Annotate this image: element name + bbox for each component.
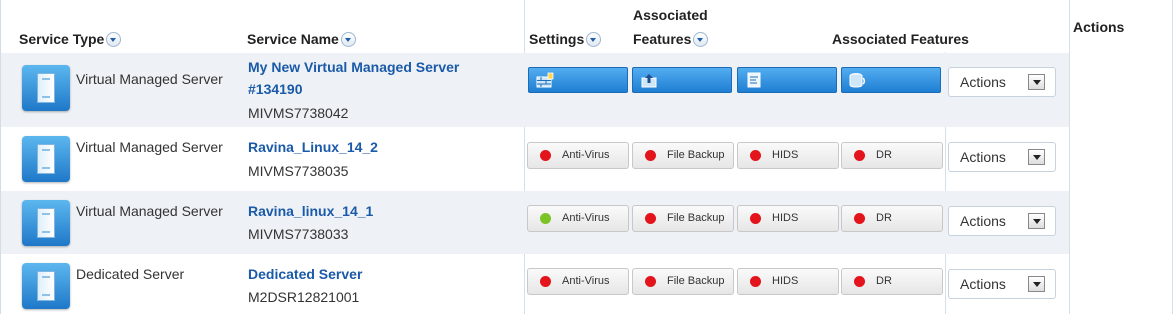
status-dot-icon (750, 276, 761, 287)
feature-dr[interactable]: DR (841, 205, 943, 232)
col-associated-features[interactable]: Features (633, 31, 709, 48)
table-row: Virtual Managed Server Ravina_linux_14_1… (1, 191, 1069, 254)
chevron-down-icon[interactable] (1028, 74, 1045, 90)
service-type: Virtual Managed Server (76, 139, 223, 155)
feature-anti-virus[interactable]: Anti-Virus (527, 205, 629, 232)
service-code: M2DSR12821001 (248, 289, 360, 305)
dr-settings-button[interactable] (841, 67, 941, 93)
feature-hids[interactable]: HIDS (737, 268, 839, 295)
col-associated-features-full: Associated Features (832, 31, 969, 47)
monitor-icon (747, 72, 761, 88)
feature-file-backup[interactable]: File Backup (632, 268, 734, 295)
backup-upload-icon (641, 74, 657, 88)
feature-dr[interactable]: DR (841, 268, 943, 295)
status-dot-icon (854, 213, 865, 224)
sort-icon[interactable] (106, 31, 122, 47)
actions-dropdown[interactable]: Actions (948, 67, 1056, 97)
col-actions: Actions (1073, 19, 1125, 35)
feature-dr[interactable]: DR (841, 142, 943, 169)
feature-file-backup[interactable]: File Backup (632, 205, 734, 232)
col-associated-features-label: Associated (633, 7, 708, 23)
chevron-down-icon[interactable] (1028, 276, 1045, 292)
server-icon (22, 263, 70, 309)
firewall-lock-icon (536, 72, 554, 88)
feature-file-backup[interactable]: File Backup (632, 142, 734, 169)
service-type: Dedicated Server (76, 266, 185, 282)
monitor-settings-button[interactable] (737, 67, 837, 93)
status-dot-icon (854, 276, 865, 287)
database-sync-icon (849, 73, 866, 88)
status-dot-icon (750, 213, 761, 224)
actions-column: Actions (1069, 0, 1173, 314)
sort-icon[interactable] (586, 31, 602, 47)
feature-anti-virus[interactable]: Anti-Virus (527, 268, 629, 295)
service-name-link[interactable]: My New Virtual Managed Server #134190 (248, 56, 459, 100)
service-name-link[interactable]: Ravina_linux_14_1 (248, 200, 373, 222)
status-dot-icon (540, 213, 551, 224)
firewall-settings-button[interactable] (528, 67, 628, 93)
service-name-link[interactable]: Dedicated Server (248, 263, 362, 285)
chevron-down-icon[interactable] (1028, 149, 1045, 165)
col-service-type[interactable]: Service Type (19, 31, 122, 48)
services-table: Service Type Service Name Settings Assoc… (0, 0, 1176, 314)
sort-icon[interactable] (693, 31, 709, 47)
actions-dropdown[interactable]: Actions (948, 206, 1056, 236)
col-settings[interactable]: Settings (529, 31, 602, 48)
status-dot-icon (645, 213, 656, 224)
table-row: Dedicated Server Dedicated Server M2DSR1… (1, 254, 1069, 314)
status-dot-icon (750, 150, 761, 161)
actions-dropdown[interactable]: Actions (948, 269, 1056, 299)
sort-icon[interactable] (340, 31, 356, 47)
chevron-down-icon[interactable] (1028, 213, 1045, 229)
status-dot-icon (645, 276, 656, 287)
service-name-link[interactable]: Ravina_Linux_14_2 (248, 136, 378, 158)
feature-anti-virus[interactable]: Anti-Virus (527, 142, 629, 169)
service-code: MIVMS7738033 (248, 226, 349, 242)
feature-hids[interactable]: HIDS (737, 205, 839, 232)
feature-hids[interactable]: HIDS (737, 142, 839, 169)
table-row: Virtual Managed Server Ravina_Linux_14_2… (1, 127, 1069, 191)
service-type: Virtual Managed Server (76, 71, 223, 87)
backup-settings-button[interactable] (632, 67, 732, 93)
service-code: MIVMS7738042 (248, 105, 349, 121)
server-icon (22, 65, 70, 111)
status-dot-icon (854, 150, 865, 161)
service-code: MIVMS7738035 (248, 163, 349, 179)
table-row: Virtual Managed Server My New Virtual Ma… (1, 53, 1069, 127)
status-dot-icon (540, 150, 551, 161)
status-dot-icon (540, 276, 551, 287)
col-service-name[interactable]: Service Name (247, 31, 356, 48)
actions-dropdown[interactable]: Actions (948, 142, 1056, 172)
table-header: Service Type Service Name Settings Assoc… (1, 0, 1069, 52)
server-icon (22, 200, 70, 246)
server-icon (22, 136, 70, 182)
status-dot-icon (645, 150, 656, 161)
service-type: Virtual Managed Server (76, 203, 223, 219)
